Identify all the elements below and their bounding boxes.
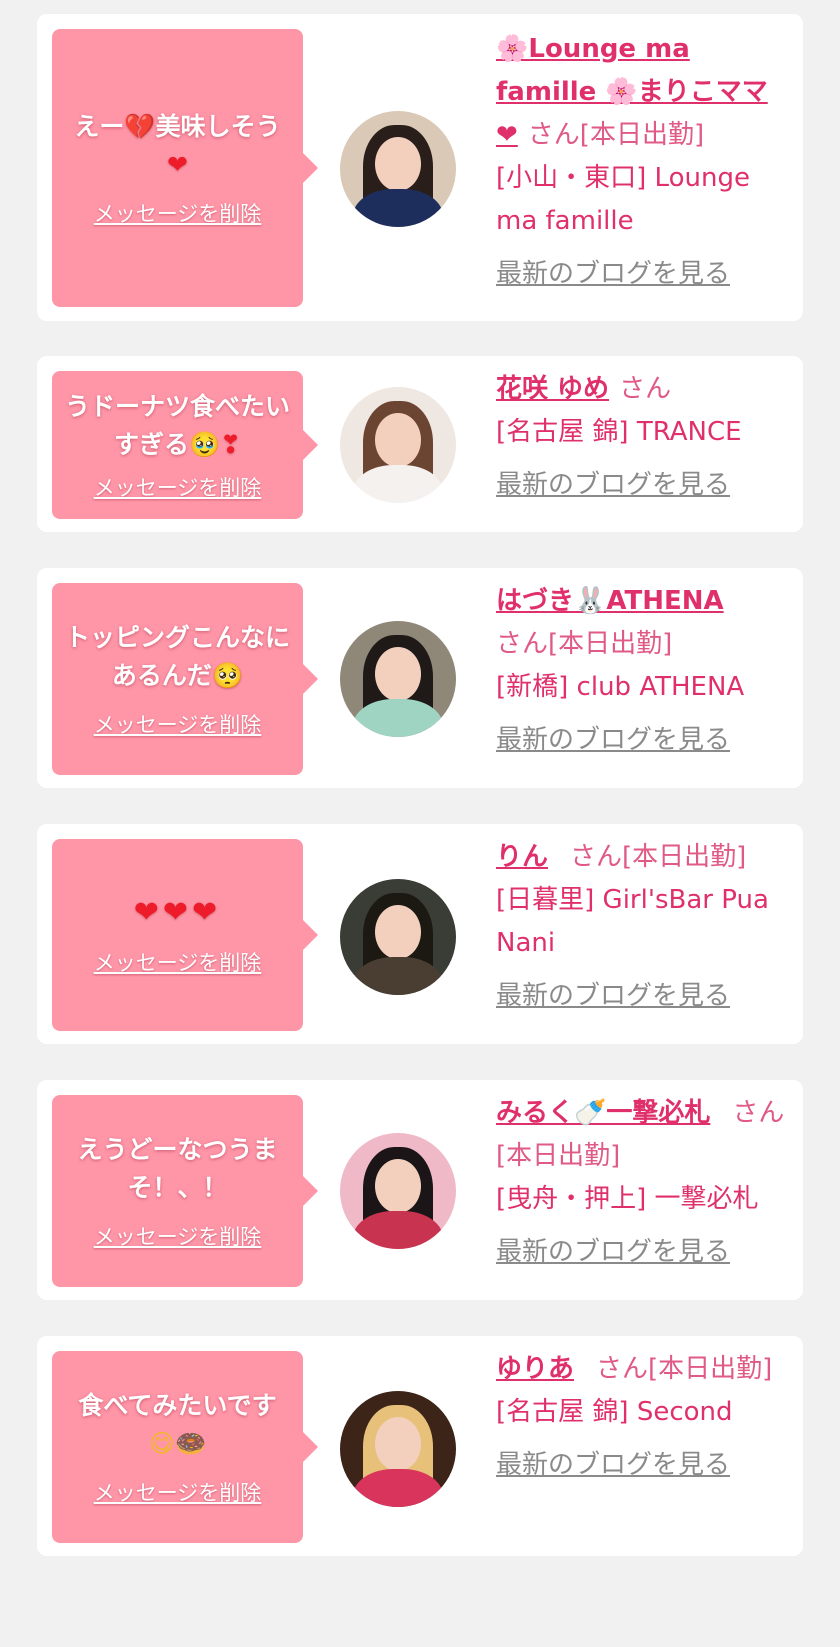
message-card: うドーナツ食べたいすぎる🥹❣ メッセージを削除 花咲 ゆめ さん [名古屋 錦] …	[37, 356, 803, 532]
latest-blog-link[interactable]: 最新のブログを見る	[496, 1444, 730, 1487]
shop-info: [曳舟・押上] 一撃必札	[496, 1184, 759, 1214]
avatar[interactable]	[340, 879, 456, 995]
shop-info: [小山・東口] Lounge ma famille	[496, 163, 750, 236]
cast-name-link[interactable]: はづき🐰ATHENA	[496, 586, 724, 616]
message-card: トッピングこんなにあるんだ🥺 メッセージを削除 はづき🐰ATHENA さん[本日…	[37, 568, 803, 788]
avatar[interactable]	[340, 621, 456, 737]
cast-name-link[interactable]: りん	[496, 842, 548, 872]
cast-info: りん さん[本日出勤] [日暮里] Girl'sBar Pua Nani 最新のブ…	[496, 836, 786, 1018]
message-bubble: ❤❤❤ メッセージを削除	[52, 839, 318, 1031]
hearts-emoji: ❤❤❤	[133, 894, 222, 930]
heart-emoji: ❤	[167, 150, 188, 179]
delete-message-link[interactable]: メッセージを削除	[94, 472, 262, 502]
cast-suffix: さん[本日出勤]	[496, 629, 673, 659]
delete-message-link[interactable]: メッセージを削除	[94, 1477, 262, 1507]
shop-info: [日暮里] Girl'sBar Pua Nani	[496, 885, 769, 958]
message-text: 食べてみたいです 😋🍩	[78, 1391, 277, 1458]
avatar[interactable]	[340, 111, 456, 227]
message-text: うドーナツ食べたいすぎる🥹❣	[64, 392, 290, 459]
message-text: えうどーなつうまそ！、！	[77, 1135, 278, 1202]
cast-name-link[interactable]: 花咲 ゆめ	[496, 374, 609, 404]
donut-emoji: 🍩	[174, 1429, 207, 1458]
cast-suffix: さん[本日出勤]	[570, 842, 747, 872]
message-text: えー💔美味しそう ❤	[74, 112, 281, 179]
shop-info: [名古屋 錦] TRANCE	[496, 417, 742, 447]
pleading-face-emoji: 🥹	[188, 430, 221, 459]
delete-message-link[interactable]: メッセージを削除	[94, 1221, 262, 1251]
cast-suffix: さん[本日出勤]	[527, 120, 705, 150]
delete-message-link[interactable]: メッセージを削除	[94, 198, 262, 228]
cast-name-link[interactable]: ゆりあ	[496, 1354, 574, 1384]
latest-blog-link[interactable]: 最新のブログを見る	[496, 253, 730, 296]
crying-face-emoji: 🥺	[211, 661, 244, 690]
latest-blog-link[interactable]: 最新のブログを見る	[496, 464, 730, 507]
shop-info: [新橋] club ATHENA	[496, 672, 745, 702]
cast-suffix: さん[本日出勤]	[596, 1354, 773, 1384]
broken-heart-emoji: 💔	[124, 112, 156, 141]
message-bubble: えうどーなつうまそ！、！ メッセージを削除	[52, 1095, 318, 1287]
message-bubble: トッピングこんなにあるんだ🥺 メッセージを削除	[52, 583, 318, 775]
message-card: 食べてみたいです 😋🍩 メッセージを削除 ゆりあ さん[本日出勤] [名古屋 錦] …	[37, 1336, 803, 1556]
cast-info: 花咲 ゆめ さん [名古屋 錦] TRANCE 最新のブログを見る	[496, 368, 786, 507]
message-card: えー💔美味しそう ❤ メッセージを削除 🌸Lounge ma famille 🌸ま…	[37, 14, 803, 321]
cast-info: ゆりあ さん[本日出勤] [名古屋 錦] Second 最新のブログを見る	[496, 1348, 786, 1487]
message-card: えうどーなつうまそ！、！ メッセージを削除 みるく🍼一撃必札 さん[本日出勤] […	[37, 1080, 803, 1300]
message-text: トッピングこんなにあるんだ🥺	[64, 623, 290, 690]
delete-message-link[interactable]: メッセージを削除	[94, 947, 262, 977]
message-bubble: うドーナツ食べたいすぎる🥹❣ メッセージを削除	[52, 371, 318, 519]
cast-info: はづき🐰ATHENA さん[本日出勤] [新橋] club ATHENA 最新の…	[496, 580, 786, 762]
yum-face-emoji: 😋	[148, 1429, 175, 1458]
message-bubble: 食べてみたいです 😋🍩 メッセージを削除	[52, 1351, 318, 1543]
message-bubble: えー💔美味しそう ❤ メッセージを削除	[52, 29, 318, 307]
latest-blog-link[interactable]: 最新のブログを見る	[496, 975, 730, 1018]
cast-name-link[interactable]: みるく🍼一撃必札	[496, 1098, 710, 1128]
message-list: えー💔美味しそう ❤ メッセージを削除 🌸Lounge ma famille 🌸ま…	[0, 0, 840, 1556]
avatar[interactable]	[340, 1391, 456, 1507]
message-card: ❤❤❤ メッセージを削除 りん さん[本日出勤] [日暮里] Girl'sBar …	[37, 824, 803, 1044]
cast-suffix: さん	[619, 374, 672, 404]
heart-exclamation-emoji: ❣	[220, 430, 242, 459]
cast-info: みるく🍼一撃必札 さん[本日出勤] [曳舟・押上] 一撃必札 最新のブログを見る	[496, 1092, 786, 1274]
delete-message-link[interactable]: メッセージを削除	[94, 709, 262, 739]
shop-info: [名古屋 錦] Second	[496, 1397, 733, 1427]
latest-blog-link[interactable]: 最新のブログを見る	[496, 719, 730, 762]
latest-blog-link[interactable]: 最新のブログを見る	[496, 1231, 730, 1274]
message-text: ❤❤❤	[134, 894, 221, 933]
avatar[interactable]	[340, 1133, 456, 1249]
cast-info: 🌸Lounge ma famille 🌸まりこママ❤ さん[本日出勤] [小山・東…	[496, 28, 786, 296]
avatar[interactable]	[340, 387, 456, 503]
